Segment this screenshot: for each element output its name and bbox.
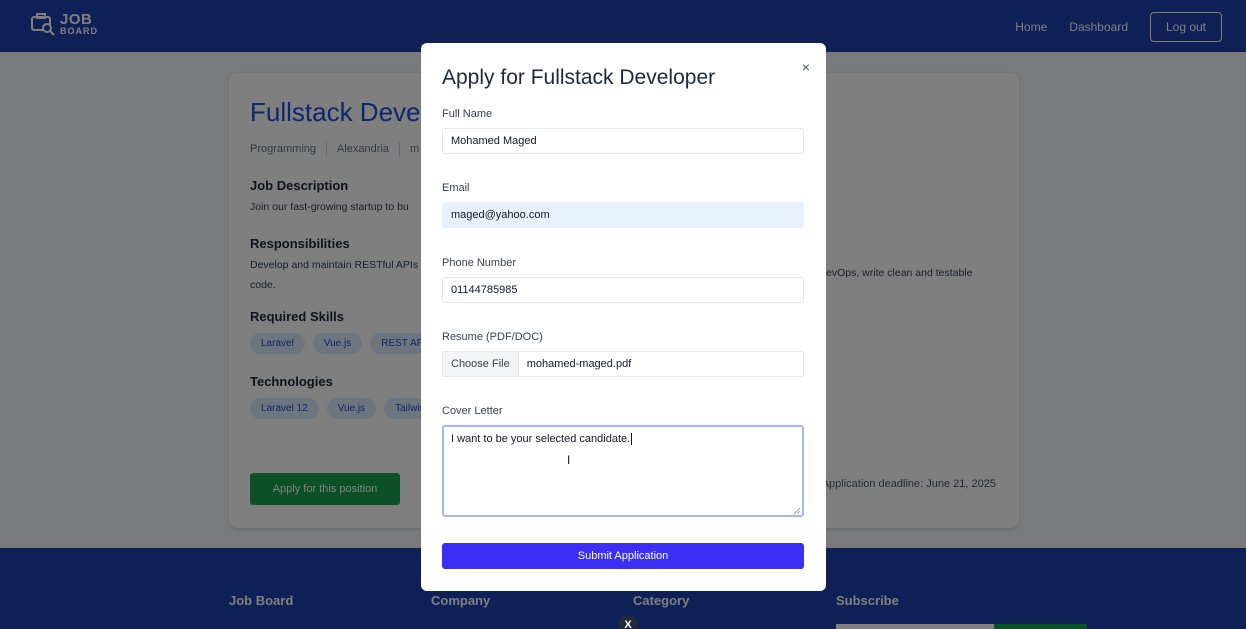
resume-file-name: mohamed-maged.pdf — [526, 358, 632, 370]
cover-letter-value: I want to be your selected candidate. — [451, 433, 631, 445]
resume-label: Resume (PDF/DOC) — [442, 331, 543, 343]
email-input[interactable]: maged@yahoo.com — [442, 202, 804, 228]
email-value: maged@yahoo.com — [451, 209, 550, 221]
email-label: Email — [442, 182, 470, 194]
full-name-label: Full Name — [442, 108, 493, 120]
phone-label: Phone Number — [442, 257, 516, 269]
cover-letter-textarea[interactable]: I want to be your selected candidate. I — [442, 425, 804, 517]
resume-file-input[interactable]: Choose File mohamed-maged.pdf — [442, 351, 804, 377]
resize-handle-icon[interactable] — [793, 506, 801, 515]
modal-title: Apply for Fullstack Developer — [442, 66, 716, 89]
full-name-value: Mohamed Maged — [451, 135, 537, 147]
choose-file-button[interactable]: Choose File — [443, 352, 519, 376]
text-cursor-icon: I — [567, 453, 571, 467]
full-name-input[interactable]: Mohamed Maged — [442, 128, 804, 154]
cover-letter-label: Cover Letter — [442, 405, 503, 417]
close-icon[interactable]: × — [802, 59, 810, 75]
floating-close-icon[interactable]: X — [618, 615, 638, 629]
phone-input[interactable]: 01144785985 — [442, 277, 804, 303]
phone-value: 01144785985 — [451, 284, 518, 296]
submit-application-button[interactable]: Submit Application — [442, 543, 804, 569]
apply-modal: Apply for Fullstack Developer × Full Nam… — [421, 43, 826, 591]
text-caret — [631, 433, 633, 446]
